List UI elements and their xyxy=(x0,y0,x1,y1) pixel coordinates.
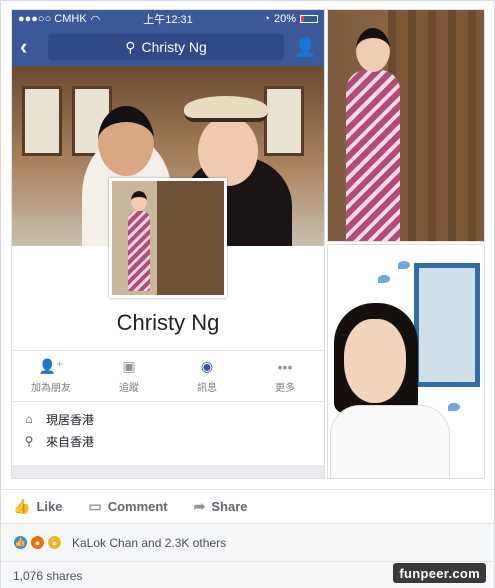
messenger-icon: ◉ xyxy=(200,358,214,374)
phone-footer xyxy=(12,465,324,478)
post-container: ●●●○○ CMHK ◠ 上午12:31 ◔ 20% ‹ ⚲ Christy N… xyxy=(0,0,495,588)
follow-label: 追蹤 xyxy=(119,383,139,394)
add-friend-icon: 👤⁺ xyxy=(38,358,64,374)
battery-percent: 20% xyxy=(273,13,296,25)
share-button[interactable]: ➦ Share xyxy=(194,498,248,515)
follow-button[interactable]: ▣ 追蹤 xyxy=(90,351,168,401)
more-icon: ••• xyxy=(277,358,293,375)
back-arrow-icon[interactable]: ‹ xyxy=(20,34,38,60)
comment-icon: ▭ xyxy=(88,498,102,514)
info-from-text: 來自香港 xyxy=(46,434,95,449)
wifi-icon: ◠ xyxy=(90,13,101,26)
profile-menu-icon[interactable]: 👤 xyxy=(294,37,316,58)
profile-actions: 👤⁺ 加為朋友 ▣ 追蹤 ◉ 訊息 ••• 更多 xyxy=(12,350,324,402)
post-action-bar: 👍 Like ▭ Comment ➦ Share xyxy=(1,489,494,523)
train-window xyxy=(264,86,304,156)
photo-woman-selfie[interactable] xyxy=(327,244,485,479)
bird-decoration xyxy=(448,403,460,411)
battery-icon xyxy=(300,15,318,23)
shares-text[interactable]: 1,076 shares xyxy=(13,569,82,583)
dress-figure xyxy=(346,70,400,241)
message-label: 訊息 xyxy=(197,383,217,394)
share-label: Share xyxy=(211,499,248,514)
like-button[interactable]: 👍 Like xyxy=(13,498,62,515)
more-button[interactable]: ••• 更多 xyxy=(246,351,324,401)
share-icon: ➦ xyxy=(193,498,206,514)
carrier-label: ●●●○○ CMHK xyxy=(18,13,87,25)
white-shirt xyxy=(330,405,450,478)
location-pin-icon: ⚲ xyxy=(24,434,34,448)
bird-decoration xyxy=(378,275,390,283)
profile-name: Christy Ng xyxy=(116,310,220,335)
info-from: ⚲ 來自香港 xyxy=(22,430,314,452)
follow-icon: ▣ xyxy=(122,358,136,374)
man-face xyxy=(98,106,154,176)
status-right: ◔ 20% xyxy=(263,13,318,25)
blue-window xyxy=(414,263,480,387)
wow-reaction-icon: ● xyxy=(47,535,62,550)
profile-screenshot[interactable]: ●●●○○ CMHK ◠ 上午12:31 ◔ 20% ‹ ⚲ Christy N… xyxy=(11,9,325,479)
home-icon: ⌂ xyxy=(25,412,33,426)
profile-pic-dress xyxy=(128,211,150,291)
status-carrier: ●●●○○ CMHK ◠ xyxy=(18,13,100,26)
woman-face xyxy=(356,28,390,72)
status-bar: ●●●○○ CMHK ◠ 上午12:31 ◔ 20% xyxy=(12,10,324,28)
profile-picture[interactable] xyxy=(109,178,227,298)
reactions-text[interactable]: KaLok Chan and 2.3K others xyxy=(72,536,226,550)
comment-button[interactable]: ▭ Comment xyxy=(88,498,167,515)
profile-pic-head xyxy=(131,191,147,211)
comment-label: Comment xyxy=(107,499,168,514)
train-window xyxy=(22,86,62,156)
photo-woman-door[interactable] xyxy=(327,9,485,242)
woman-face xyxy=(198,116,258,186)
add-friend-button[interactable]: 👤⁺ 加為朋友 xyxy=(12,351,90,401)
more-label: 更多 xyxy=(275,382,295,394)
thumbs-up-icon: 👍 xyxy=(13,498,31,514)
profile-info: ⌂ 現居香港 ⚲ 來自香港 xyxy=(12,408,324,452)
nav-bar: ‹ ⚲ Christy Ng 👤 xyxy=(12,28,324,66)
info-lives-in-text: 現居香港 xyxy=(46,412,95,427)
woman-face xyxy=(344,319,406,403)
wooden-door xyxy=(388,10,484,241)
watermark: funpeer.com xyxy=(393,563,486,583)
search-icon: ⚲ xyxy=(125,38,136,55)
add-friend-label: 加為朋友 xyxy=(31,383,71,394)
alarm-icon: ◔ xyxy=(263,13,270,25)
angry-reaction-icon: ● xyxy=(30,535,45,550)
straw-hat xyxy=(184,96,268,122)
like-reaction-icon: 👍 xyxy=(13,535,28,550)
info-lives-in: ⌂ 現居香港 xyxy=(22,408,314,430)
search-input[interactable]: ⚲ Christy Ng xyxy=(48,34,284,60)
like-label: Like xyxy=(36,499,63,514)
bird-decoration xyxy=(398,261,410,269)
message-button[interactable]: ◉ 訊息 xyxy=(168,351,246,401)
search-text: Christy Ng xyxy=(141,39,207,55)
reactions-summary[interactable]: 👍 ● ● KaLok Chan and 2.3K others xyxy=(1,523,494,561)
